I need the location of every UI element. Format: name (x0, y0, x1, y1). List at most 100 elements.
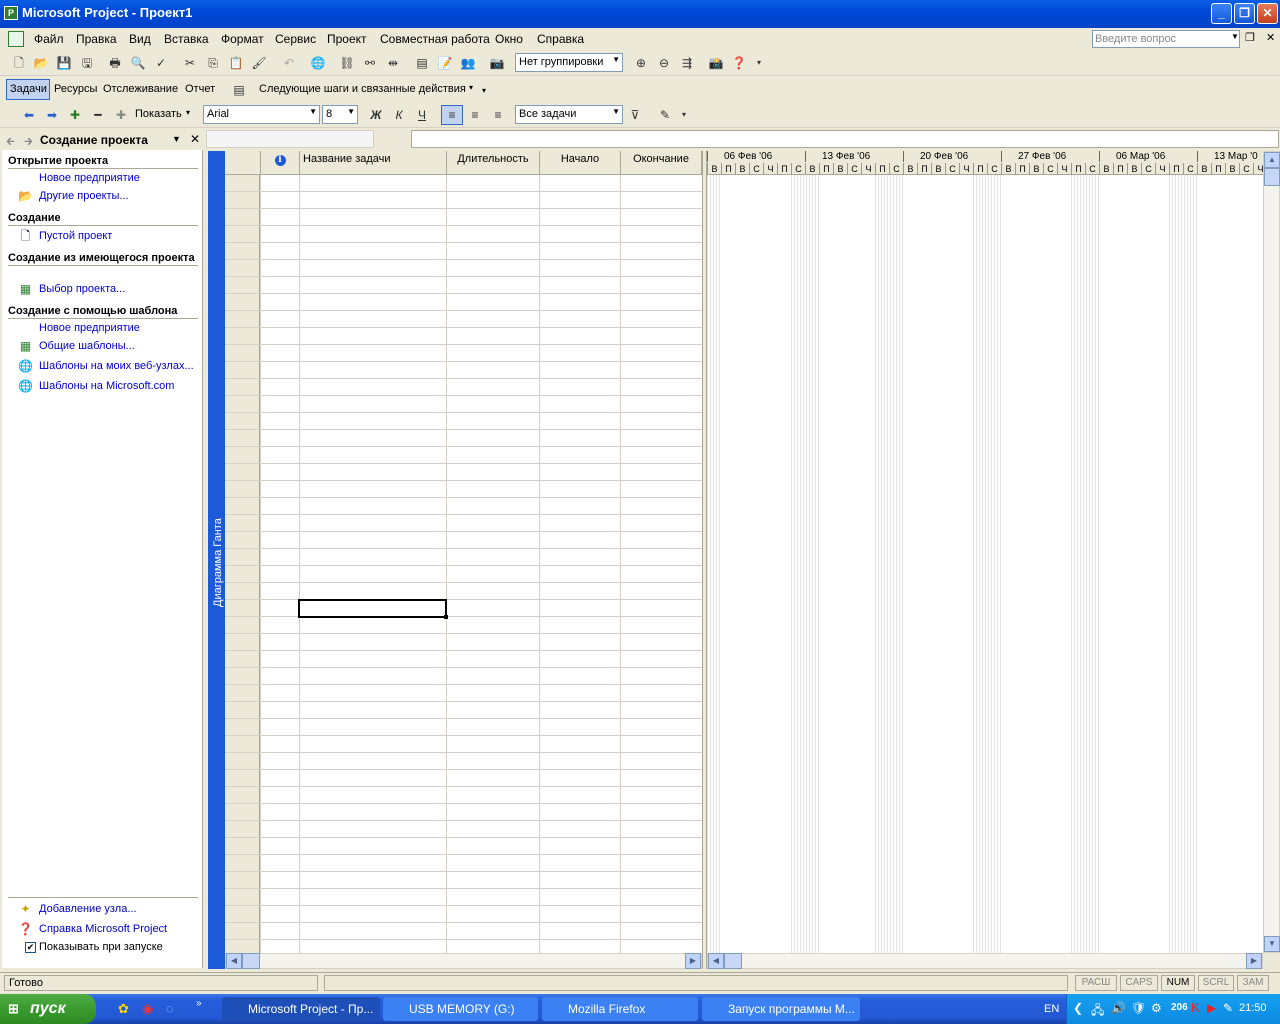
table-row[interactable] (225, 430, 702, 447)
minimize-button[interactable]: _ (1211, 3, 1232, 24)
tray-icon-volume[interactable]: 🔊 (1111, 1001, 1126, 1015)
table-row[interactable] (225, 328, 702, 345)
scroll-right-icon[interactable]: ▶ (685, 953, 701, 969)
scroll-up-icon[interactable]: ▲ (1264, 152, 1280, 168)
task-info-icon[interactable]: ▤ (413, 54, 431, 72)
col-task-name[interactable]: Название задачи (300, 151, 447, 175)
table-row[interactable] (225, 668, 702, 685)
cut-icon[interactable]: ✂ (181, 54, 199, 72)
menu-window[interactable]: Окно (495, 32, 523, 46)
guide-toggle-icon[interactable]: ▤ (230, 81, 248, 99)
ms-templates-link[interactable]: Шаблоны на Microsoft.com (39, 380, 174, 392)
print-preview-icon[interactable]: 🔍 (129, 54, 147, 72)
tray-icon-shield[interactable]: 🛡 (1131, 1001, 1146, 1015)
table-row[interactable] (225, 821, 702, 838)
quicklaunch-icon-2[interactable]: ◉ (142, 1001, 153, 1017)
taskbar-project[interactable]: Microsoft Project - Пр... (222, 997, 380, 1021)
paste-icon[interactable]: 📋 (227, 54, 245, 72)
tracking-button[interactable]: Отслеживание (103, 83, 178, 95)
choose-project-link[interactable]: Выбор проекта... (39, 283, 125, 295)
grouping-select[interactable]: Нет группировки ▼ (515, 53, 623, 72)
menu-edit[interactable]: Правка (76, 32, 117, 46)
save-web-icon[interactable]: 🖫 (78, 54, 96, 72)
table-row[interactable] (225, 243, 702, 260)
table-row[interactable] (225, 379, 702, 396)
menu-project[interactable]: Проект (327, 32, 367, 46)
forward-arrow-icon[interactable]: 🡲 (24, 133, 33, 152)
taskbar-launch[interactable]: Запуск программы M... (702, 997, 860, 1021)
table-row[interactable] (225, 498, 702, 515)
show-button[interactable]: Показать (135, 108, 182, 120)
table-row[interactable] (225, 277, 702, 294)
start-button[interactable]: ⊞ пуск (0, 994, 96, 1024)
gantt-wizard-icon[interactable]: ✎ (656, 106, 674, 124)
table-row[interactable] (225, 532, 702, 549)
blank-project-link[interactable]: Пустой проект (39, 230, 112, 242)
table-row[interactable] (225, 651, 702, 668)
table-row[interactable] (225, 311, 702, 328)
table-row[interactable] (225, 923, 702, 940)
tray-expand-icon[interactable]: ❮ (1073, 1001, 1083, 1015)
back-arrow-icon[interactable]: 🡰 (6, 133, 15, 152)
table-row[interactable] (225, 736, 702, 753)
menu-format[interactable]: Формат (221, 32, 264, 46)
italic-button[interactable]: К (390, 106, 408, 124)
task-pane-dropdown-icon[interactable]: ▼ (172, 134, 181, 144)
entry-bar-input[interactable] (411, 130, 1279, 148)
help-icon[interactable]: ❓ (730, 54, 748, 72)
task-notes-icon[interactable]: 📝 (436, 54, 454, 72)
active-cell[interactable] (298, 599, 447, 618)
scroll-right-icon[interactable]: ▶ (1246, 953, 1262, 969)
new-enterprise-template-link[interactable]: Новое предприятие (39, 322, 140, 334)
menu-insert[interactable]: Вставка (164, 32, 209, 46)
show-on-start-checkbox[interactable]: ✔ (25, 942, 36, 953)
menu-tools[interactable]: Сервис (275, 32, 316, 46)
ask-dropdown-icon[interactable]: ▼ (1231, 32, 1239, 41)
table-row[interactable] (225, 481, 702, 498)
resources-button[interactable]: Ресурсы (54, 83, 97, 95)
autofilter-icon[interactable]: ⊽ (626, 106, 644, 124)
table-row[interactable] (225, 447, 702, 464)
taskbar-usb[interactable]: USB MEMORY (G:) (383, 997, 538, 1021)
menu-help[interactable]: Справка (537, 32, 584, 46)
toolbar-options-icon[interactable]: ▾ (675, 106, 693, 124)
bold-button[interactable]: Ж (367, 106, 385, 124)
indicators-header[interactable]: i (261, 151, 300, 175)
font-size-select[interactable]: 8 ▼ (322, 105, 358, 124)
tray-media-icon[interactable]: ▶ (1207, 1001, 1216, 1015)
vertical-scrollbar[interactable]: ▲ ▼ (1263, 151, 1280, 953)
show-subtasks-icon[interactable]: ✚ (66, 106, 84, 124)
close-button[interactable]: ✕ (1257, 3, 1278, 24)
copy-icon[interactable]: ⎘ (204, 54, 222, 72)
scroll-thumb[interactable] (1264, 168, 1280, 186)
table-row[interactable] (225, 855, 702, 872)
document-icon[interactable] (8, 31, 24, 47)
table-row[interactable] (225, 566, 702, 583)
zoom-out-icon[interactable]: ⊖ (655, 54, 673, 72)
font-select[interactable]: Arial ▼ (203, 105, 320, 124)
open-icon[interactable]: 📂 (32, 54, 50, 72)
quicklaunch-icon-1[interactable]: ✿ (118, 1001, 129, 1017)
new-enterprise-link[interactable]: Новое предприятие (39, 172, 140, 184)
indent-icon[interactable]: ➡ (43, 106, 61, 124)
other-projects-link[interactable]: Другие проекты... (39, 190, 129, 202)
outdent-icon[interactable]: ⬅ (20, 106, 38, 124)
hide-subtasks-icon[interactable]: ━ (89, 106, 107, 124)
toolbar-options-icon[interactable]: ▾ (482, 86, 486, 95)
quicklaunch-icon-3[interactable]: ◌ (166, 1001, 174, 1016)
web-templates-link[interactable]: Шаблоны на моих веб-узлах... (39, 360, 194, 372)
goto-task-icon[interactable]: ⇶ (678, 54, 696, 72)
table-row[interactable] (225, 719, 702, 736)
filter-select[interactable]: Все задачи ▼ (515, 105, 623, 124)
toolbar-options-icon[interactable]: ▾ (750, 54, 768, 72)
table-row[interactable] (225, 396, 702, 413)
table-row[interactable] (225, 600, 702, 617)
col-finish[interactable]: Окончание (621, 151, 702, 175)
table-row[interactable] (225, 940, 702, 953)
table-row[interactable] (225, 413, 702, 430)
ask-question-input[interactable]: Введите вопрос (1092, 30, 1240, 48)
table-row[interactable] (225, 753, 702, 770)
close-doc-icon[interactable]: ✕ (1266, 31, 1275, 44)
menu-collaborate[interactable]: Совместная работа (380, 32, 490, 46)
align-right-icon[interactable]: ≡ (489, 106, 507, 124)
